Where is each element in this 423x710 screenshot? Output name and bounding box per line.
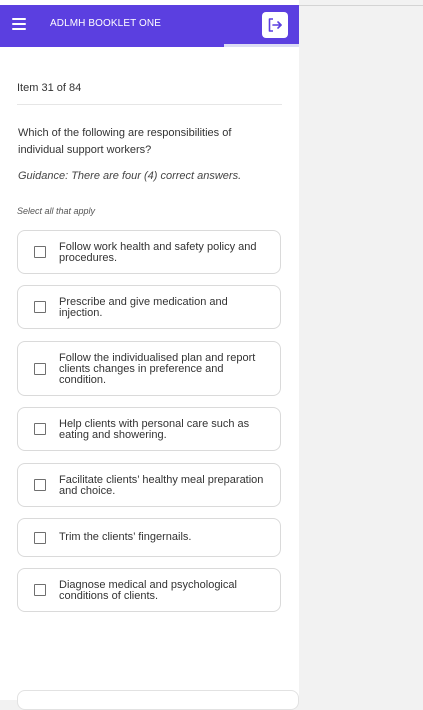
bottom-card — [17, 690, 299, 710]
option-checkbox[interactable] — [34, 479, 46, 491]
answer-option[interactable]: Diagnose medical and psychological condi… — [17, 568, 281, 612]
option-label: Trim the clients’ fingernails. — [59, 531, 192, 543]
option-checkbox[interactable] — [34, 246, 46, 258]
answer-option[interactable]: Trim the clients’ fingernails. — [17, 518, 281, 557]
hamburger-menu-icon[interactable] — [12, 18, 26, 32]
answer-option[interactable]: Help clients with personal care such as … — [17, 407, 281, 451]
option-checkbox[interactable] — [34, 301, 46, 313]
answer-option[interactable]: Follow work health and safety policy and… — [17, 230, 281, 274]
select-instruction: Select all that apply — [17, 206, 96, 216]
exit-button[interactable] — [262, 12, 288, 38]
question-text: Which of the following are responsibilit… — [18, 127, 232, 156]
progress-bar-remaining — [224, 44, 299, 47]
side-panel — [299, 0, 423, 700]
menu-line — [12, 18, 26, 20]
menu-line — [12, 23, 26, 25]
option-checkbox[interactable] — [34, 584, 46, 596]
app-header: ADLMH BOOKLET ONE — [0, 5, 299, 46]
quiz-screen: ADLMH BOOKLET ONE Item 31 of 84 Which of… — [0, 0, 299, 710]
option-label: Prescribe and give medication and inject… — [59, 296, 228, 319]
guidance-text: Guidance: There are four (4) correct ans… — [18, 170, 242, 182]
exit-icon — [268, 18, 282, 32]
answer-option[interactable]: Prescribe and give medication and inject… — [17, 285, 281, 329]
app-title: ADLMH BOOKLET ONE — [50, 18, 161, 29]
answer-option[interactable]: Facilitate clients’ healthy meal prepara… — [17, 463, 281, 507]
option-label: Help clients with personal care such as … — [59, 418, 250, 441]
option-label: Follow work health and safety policy and… — [59, 241, 257, 264]
menu-line — [12, 28, 26, 30]
option-checkbox[interactable] — [34, 423, 46, 435]
item-counter: Item 31 of 84 — [17, 82, 82, 94]
option-label: Diagnose medical and psychological condi… — [59, 579, 237, 602]
side-panel-rule — [299, 5, 423, 6]
option-label: Follow the individualised plan and repor… — [59, 352, 256, 386]
option-checkbox[interactable] — [34, 532, 46, 544]
answer-option[interactable]: Follow the individualised plan and repor… — [17, 341, 281, 396]
option-label: Facilitate clients’ healthy meal prepara… — [59, 474, 264, 497]
divider — [17, 104, 282, 105]
option-checkbox[interactable] — [34, 363, 46, 375]
